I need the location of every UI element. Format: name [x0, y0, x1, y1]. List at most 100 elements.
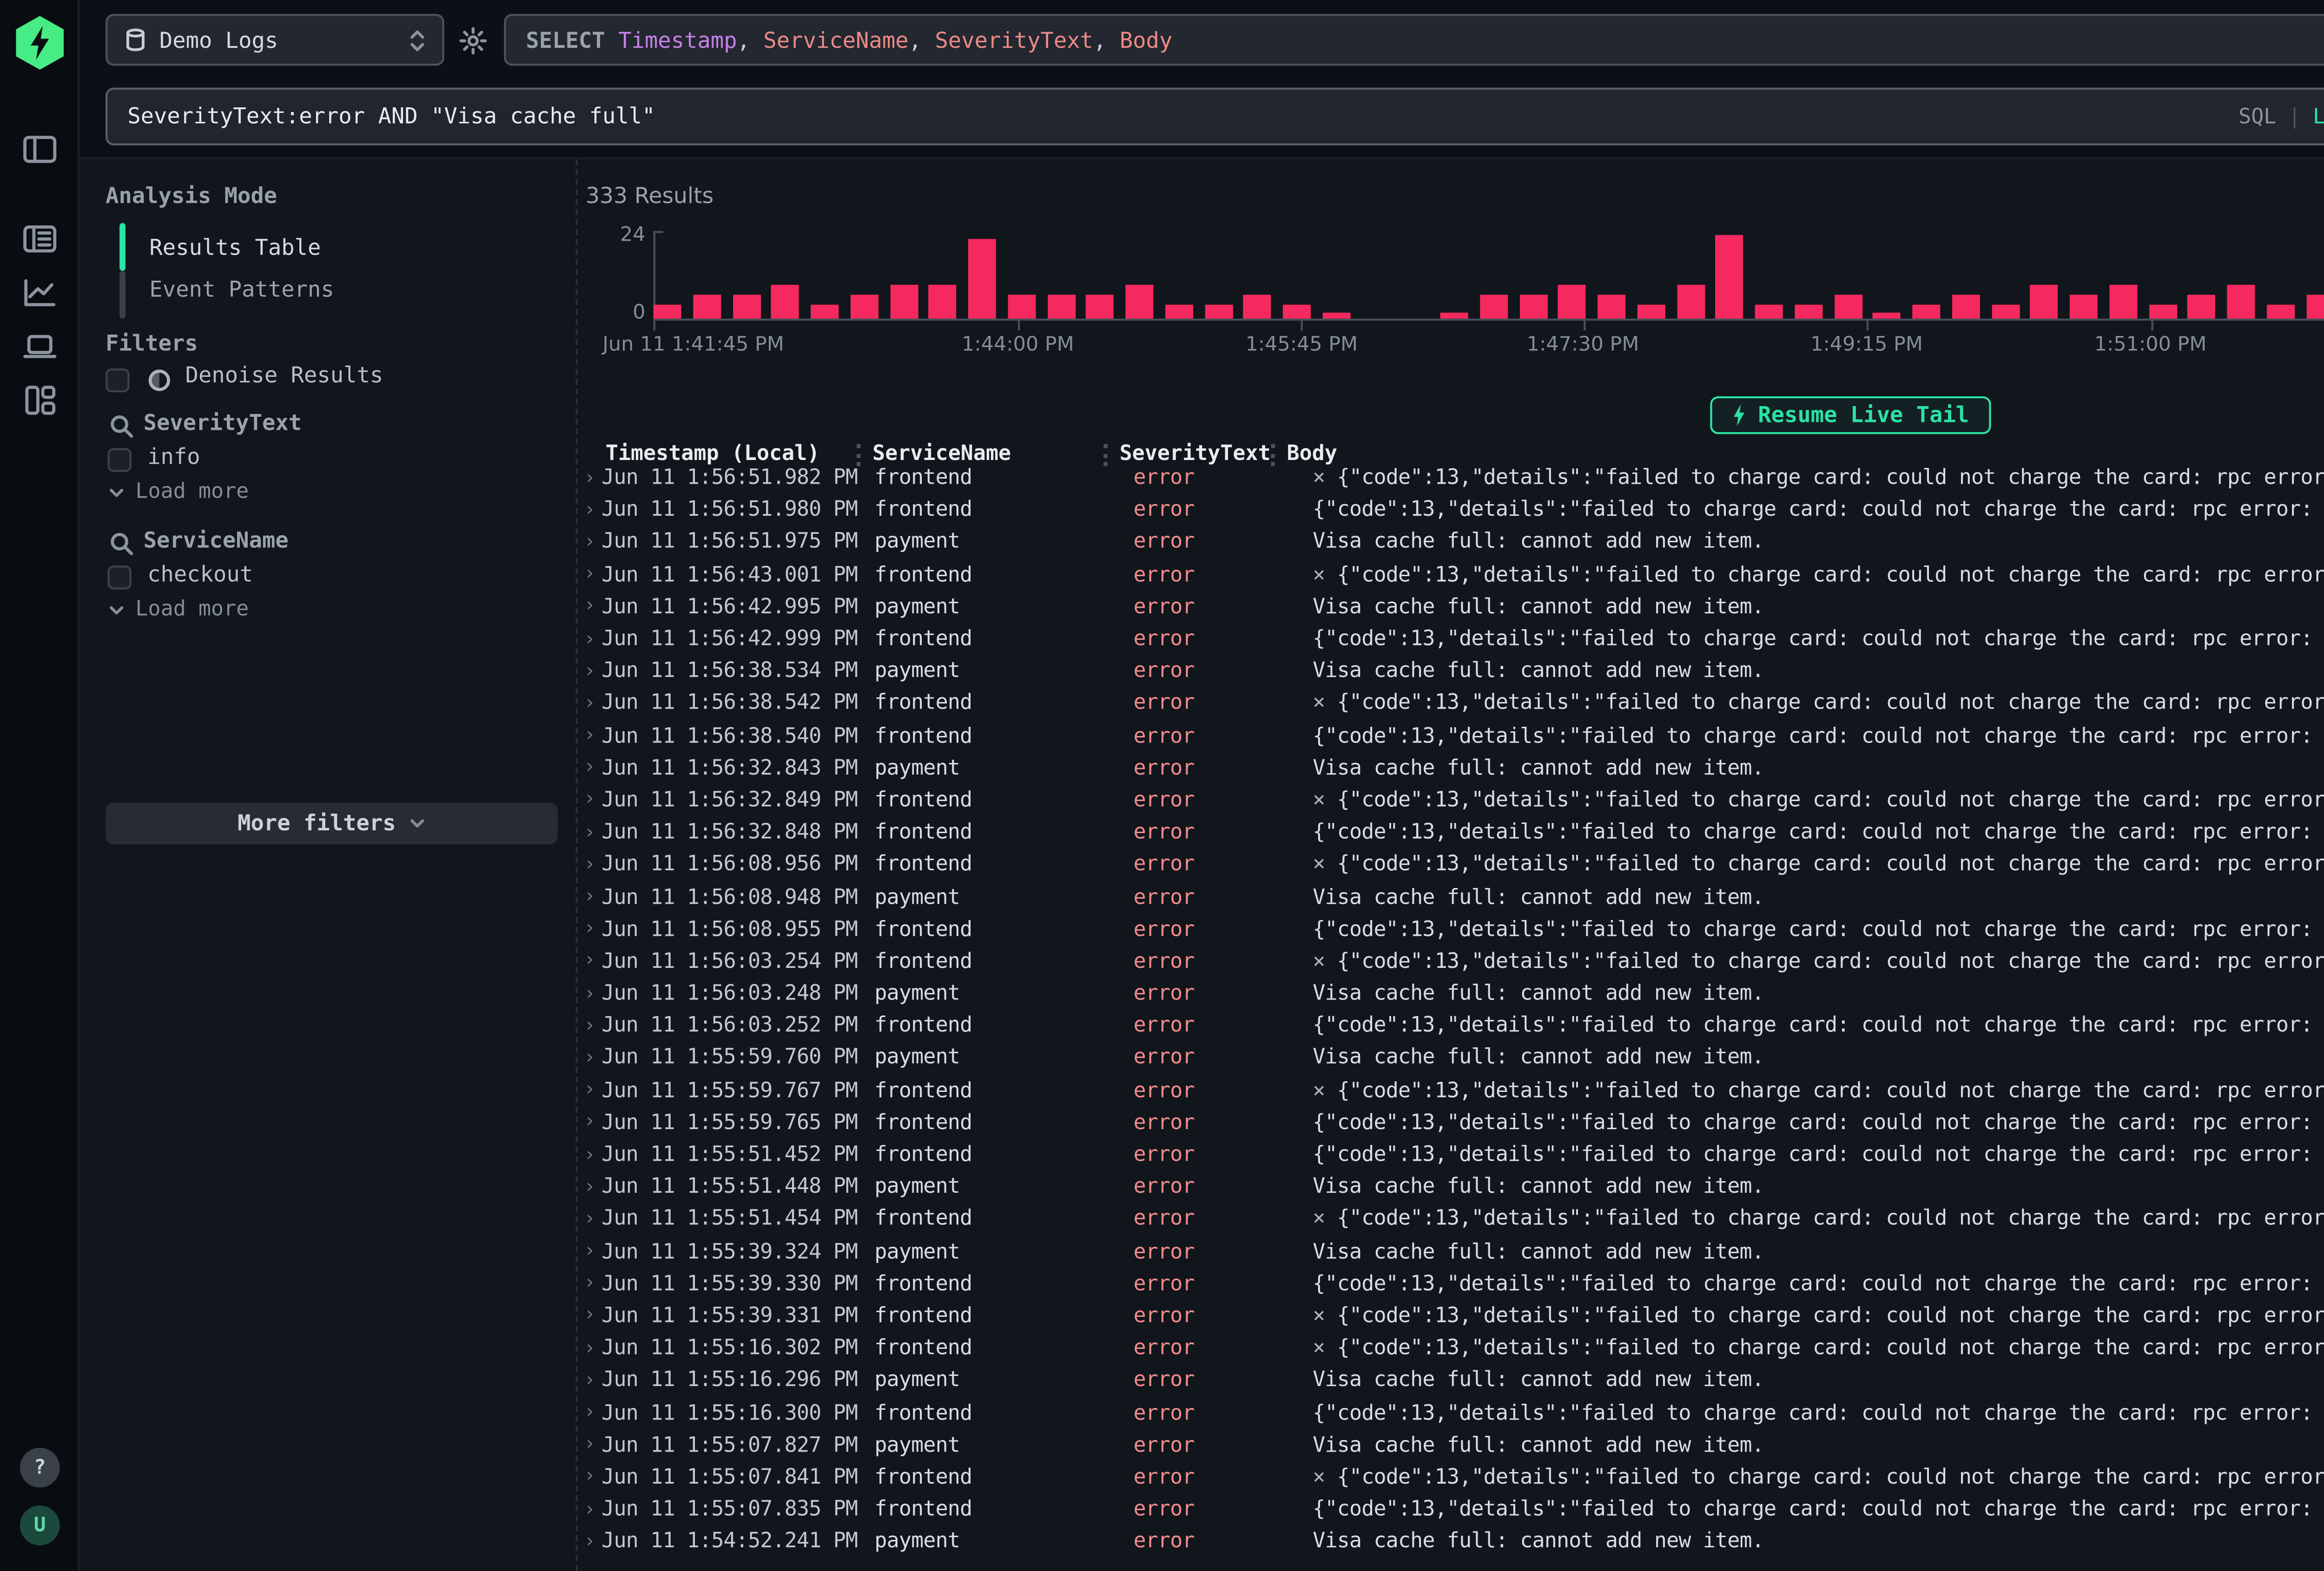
row-expand-chevron[interactable]: › — [578, 661, 601, 683]
info-label[interactable]: info — [147, 444, 200, 470]
table-row[interactable]: ›Jun 11 1:55:07.835 PMfrontenderror{"cod… — [578, 1493, 2324, 1525]
row-expand-chevron[interactable]: › — [578, 1209, 601, 1230]
table-row[interactable]: ›Jun 11 1:56:38.542 PMfrontenderror× {"c… — [578, 688, 2324, 720]
row-expand-chevron[interactable]: › — [578, 1177, 601, 1198]
table-row[interactable]: ›Jun 11 1:55:51.454 PMfrontenderror× {"c… — [578, 1203, 2324, 1236]
load-more-service[interactable]: Load more — [107, 598, 249, 621]
denoise-checkbox[interactable] — [106, 368, 129, 392]
select-statement-input[interactable]: SELECT Timestamp, ServiceName, SeverityT… — [504, 14, 2324, 66]
row-expand-chevron[interactable]: › — [578, 854, 601, 876]
row-expand-chevron[interactable]: › — [578, 725, 601, 747]
results-histogram[interactable] — [654, 235, 2324, 319]
help-button[interactable]: ? — [20, 1448, 60, 1488]
row-expand-chevron[interactable]: › — [578, 1499, 601, 1520]
user-avatar[interactable]: U — [20, 1505, 60, 1545]
chart-explorer-icon[interactable] — [20, 273, 60, 313]
row-expand-chevron[interactable]: › — [578, 951, 601, 973]
table-row[interactable]: ›Jun 11 1:54:52.241 PMpaymenterrorVisa c… — [578, 1526, 2324, 1558]
table-row[interactable]: ›Jun 11 1:56:42.999 PMfrontenderror{"cod… — [578, 623, 2324, 655]
row-expand-chevron[interactable]: › — [578, 1531, 601, 1553]
load-more-severity[interactable]: Load more — [107, 480, 249, 504]
checkout-label[interactable]: checkout — [147, 562, 253, 588]
row-expand-chevron[interactable]: › — [578, 564, 601, 586]
table-row[interactable]: ›Jun 11 1:56:38.540 PMfrontenderror{"cod… — [578, 720, 2324, 752]
table-row[interactable]: ›Jun 11 1:56:03.254 PMfrontenderror× {"c… — [578, 946, 2324, 978]
row-expand-chevron[interactable]: › — [578, 1402, 601, 1424]
table-row[interactable]: ›Jun 11 1:56:42.995 PMpaymenterrorVisa c… — [578, 591, 2324, 623]
table-row[interactable]: ›Jun 11 1:56:03.248 PMpaymenterrorVisa c… — [578, 978, 2324, 1010]
table-row[interactable]: ›Jun 11 1:56:08.948 PMpaymenterrorVisa c… — [578, 881, 2324, 913]
table-row[interactable]: ›Jun 11 1:56:32.843 PMpaymenterrorVisa c… — [578, 752, 2324, 784]
app-logo[interactable] — [16, 16, 64, 70]
table-row[interactable]: ›Jun 11 1:56:32.848 PMfrontenderror{"cod… — [578, 816, 2324, 848]
table-row[interactable]: ›Jun 11 1:56:51.975 PMpaymenterrorVisa c… — [578, 526, 2324, 559]
histogram-bar — [654, 305, 681, 319]
table-row[interactable]: ›Jun 11 1:55:59.767 PMfrontenderror× {"c… — [578, 1074, 2324, 1106]
dashboards-icon[interactable] — [20, 381, 60, 421]
table-row[interactable]: ›Jun 11 1:55:59.760 PMpaymenterrorVisa c… — [578, 1042, 2324, 1074]
row-expand-chevron[interactable]: › — [578, 886, 601, 908]
table-row[interactable]: ›Jun 11 1:56:32.849 PMfrontenderror× {"c… — [578, 784, 2324, 816]
row-expand-chevron[interactable]: › — [578, 500, 601, 521]
row-expand-chevron[interactable]: › — [578, 1305, 601, 1327]
row-expand-chevron[interactable]: › — [578, 983, 601, 1005]
source-select[interactable]: Demo Logs — [106, 14, 444, 66]
table-row[interactable]: ›Jun 11 1:55:39.324 PMpaymenterrorVisa c… — [578, 1236, 2324, 1268]
checkout-checkbox[interactable] — [107, 565, 131, 589]
row-expand-chevron[interactable]: › — [578, 1466, 601, 1488]
resume-live-tail-button[interactable]: Resume Live Tail — [1710, 396, 1991, 434]
row-expand-chevron[interactable]: › — [578, 1112, 601, 1134]
table-row[interactable]: ›Jun 11 1:56:51.982 PMfrontenderror× {"c… — [578, 462, 2324, 494]
panel-toggle-icon[interactable] — [20, 130, 60, 170]
table-row[interactable]: ›Jun 11 1:55:07.827 PMpaymenterrorVisa c… — [578, 1429, 2324, 1461]
row-expand-chevron[interactable]: › — [578, 1434, 601, 1456]
row-expand-chevron[interactable]: › — [578, 1370, 601, 1392]
row-expand-chevron[interactable]: › — [578, 822, 601, 844]
table-row[interactable]: ›Jun 11 1:55:07.841 PMfrontenderror× {"c… — [578, 1461, 2324, 1493]
row-expand-chevron[interactable]: › — [578, 1015, 601, 1037]
row-expand-chevron[interactable]: › — [578, 1080, 601, 1102]
more-filters-button[interactable]: More filters — [106, 802, 558, 844]
table-row[interactable]: ›Jun 11 1:55:39.331 PMfrontenderror× {"c… — [578, 1300, 2324, 1332]
row-expand-chevron[interactable]: › — [578, 1241, 601, 1262]
filter-group-servicename[interactable]: ServiceName — [144, 528, 289, 554]
table-row[interactable]: ›Jun 11 1:56:38.534 PMpaymenterrorVisa c… — [578, 656, 2324, 688]
search-input[interactable]: SeverityText:error AND "Visa cache full"… — [106, 88, 2324, 145]
row-expand-chevron[interactable]: › — [578, 467, 601, 489]
language-toggle[interactable]: SQL | Lucene — [2238, 105, 2324, 128]
toggle-sql[interactable]: SQL — [2238, 105, 2276, 128]
table-row[interactable]: ›Jun 11 1:55:51.452 PMfrontenderror{"cod… — [578, 1139, 2324, 1171]
info-checkbox[interactable] — [107, 448, 131, 472]
row-expand-chevron[interactable]: › — [578, 1338, 601, 1360]
row-expand-chevron[interactable]: › — [578, 532, 601, 553]
denoise-label[interactable]: Denoise Results — [185, 362, 383, 388]
row-expand-chevron[interactable]: › — [578, 789, 601, 811]
row-expand-chevron[interactable]: › — [578, 693, 601, 715]
sessions-laptop-icon[interactable] — [20, 327, 60, 367]
table-row[interactable]: ›Jun 11 1:56:03.252 PMfrontenderror{"cod… — [578, 1010, 2324, 1042]
row-expand-chevron[interactable]: › — [578, 757, 601, 779]
row-expand-chevron[interactable]: › — [578, 919, 601, 940]
gear-icon[interactable] — [458, 26, 488, 56]
table-row[interactable]: ›Jun 11 1:55:16.300 PMfrontenderror{"cod… — [578, 1397, 2324, 1429]
table-row[interactable]: ›Jun 11 1:56:08.955 PMfrontenderror{"cod… — [578, 914, 2324, 946]
tab-event-patterns[interactable]: Event Patterns — [149, 277, 334, 303]
table-row[interactable]: ›Jun 11 1:56:08.956 PMfrontenderror× {"c… — [578, 849, 2324, 881]
chevron-down-icon — [107, 600, 125, 618]
tab-results-table[interactable]: Results Table — [149, 235, 321, 261]
table-row[interactable]: ›Jun 11 1:55:16.302 PMfrontenderror× {"c… — [578, 1332, 2324, 1364]
toggle-lucene[interactable]: Lucene — [2313, 105, 2324, 128]
filter-group-severitytext[interactable]: SeverityText — [144, 410, 302, 436]
row-expand-chevron[interactable]: › — [578, 628, 601, 650]
row-expand-chevron[interactable]: › — [578, 1144, 601, 1166]
row-expand-chevron[interactable]: › — [578, 1273, 601, 1295]
search-logs-icon[interactable] — [20, 219, 60, 259]
table-row[interactable]: ›Jun 11 1:56:51.980 PMfrontenderror{"cod… — [578, 494, 2324, 526]
table-row[interactable]: ›Jun 11 1:55:51.448 PMpaymenterrorVisa c… — [578, 1171, 2324, 1203]
table-row[interactable]: ›Jun 11 1:55:16.296 PMpaymenterrorVisa c… — [578, 1365, 2324, 1397]
table-row[interactable]: ›Jun 11 1:56:43.001 PMfrontenderror× {"c… — [578, 559, 2324, 591]
table-row[interactable]: ›Jun 11 1:55:39.330 PMfrontenderror{"cod… — [578, 1268, 2324, 1300]
row-expand-chevron[interactable]: › — [578, 596, 601, 618]
row-expand-chevron[interactable]: › — [578, 1047, 601, 1069]
table-row[interactable]: ›Jun 11 1:55:59.765 PMfrontenderror{"cod… — [578, 1107, 2324, 1139]
